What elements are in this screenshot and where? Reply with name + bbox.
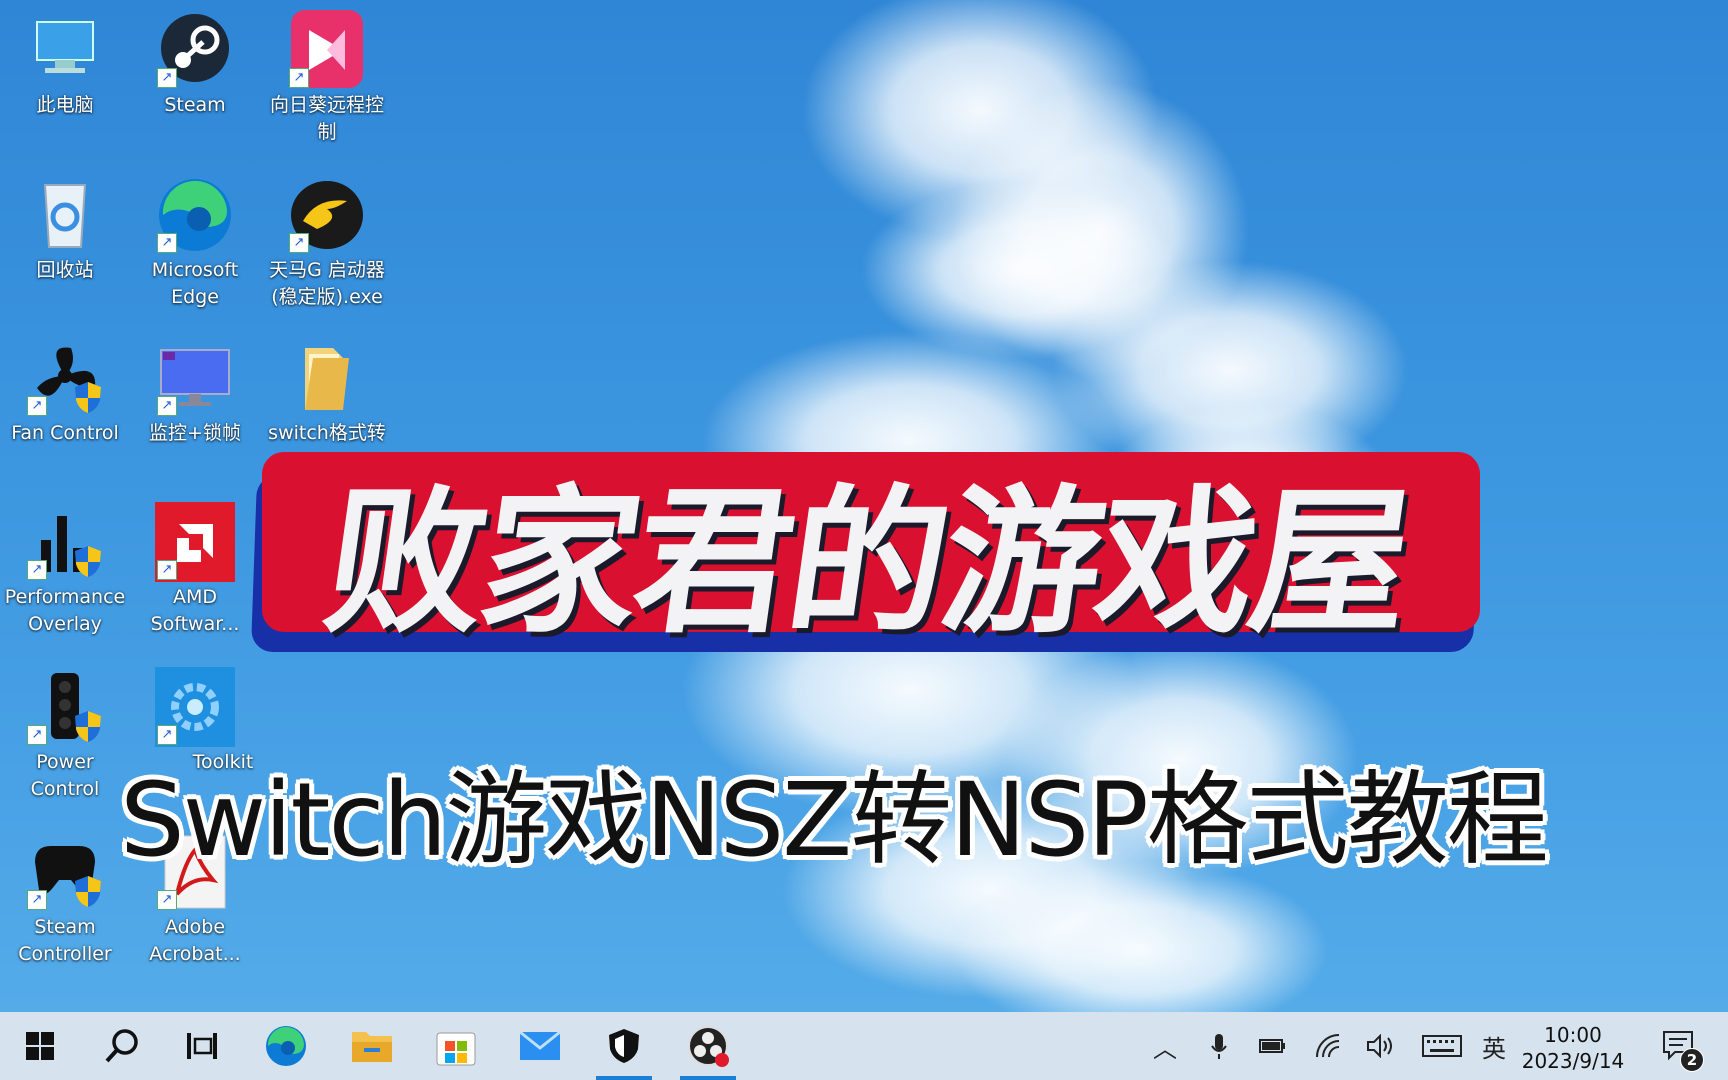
shortcut-arrow-icon: ↗ xyxy=(27,725,47,745)
taskbar-mail[interactable] xyxy=(508,1012,572,1080)
edge-icon xyxy=(266,1026,306,1066)
network-button[interactable] xyxy=(1312,1012,1346,1080)
shortcut-arrow-icon: ↗ xyxy=(157,396,177,416)
shield-icon xyxy=(609,1029,639,1063)
desktop-icon-monitor-lock[interactable]: ↗ 监控+锁帧 xyxy=(130,338,260,447)
folder-icon xyxy=(287,338,367,418)
amd-icon: ↗ xyxy=(155,502,235,582)
obs-record-icon xyxy=(688,1026,729,1067)
shortcut-arrow-icon: ↗ xyxy=(27,890,47,910)
desktop-icon-label: Steam Controller xyxy=(18,916,112,965)
taskbar: ︿ 英 10:00 2023/9/14 2 xyxy=(0,1012,1728,1080)
battery-icon xyxy=(1259,1039,1285,1053)
system-clock[interactable]: 10:00 2023/9/14 xyxy=(1518,1022,1628,1074)
search-button[interactable] xyxy=(90,1012,154,1080)
input-method-indicator[interactable]: 英 xyxy=(1476,1012,1512,1080)
taskbar-security[interactable] xyxy=(592,1012,656,1080)
chevron-up-icon: ︿ xyxy=(1153,1034,1177,1063)
start-button[interactable] xyxy=(8,1012,72,1080)
clock-date: 2023/9/14 xyxy=(1521,1049,1625,1073)
shortcut-arrow-icon: ↗ xyxy=(289,68,309,88)
desktop-icon-label: 回收站 xyxy=(36,259,94,281)
uac-shield-icon xyxy=(75,876,101,907)
task-view-icon xyxy=(187,1033,217,1059)
fan-icon: ↗ xyxy=(25,338,105,418)
uac-shield-icon xyxy=(75,382,101,413)
edge-icon: ↗ xyxy=(155,175,235,255)
performance-bars-icon: ↗ xyxy=(25,502,105,582)
desktop-icon-fan-control[interactable]: ↗ Fan Control xyxy=(0,338,130,447)
speaker-icon xyxy=(1367,1034,1392,1058)
taskbar-file-explorer[interactable] xyxy=(340,1012,404,1080)
desktop-icon-power-control[interactable]: ↗ Power Control xyxy=(0,667,130,803)
desktop-icon-label: AMD Softwar... xyxy=(150,586,240,635)
clock-time: 10:00 xyxy=(1544,1023,1602,1047)
tianma-launcher-icon: ↗ xyxy=(287,175,367,255)
notification-count-badge: 2 xyxy=(1680,1048,1704,1072)
toolkit-gear-icon: ↗ xyxy=(155,667,235,747)
touch-keyboard-button[interactable] xyxy=(1420,1012,1464,1080)
sunlogin-icon: ↗ xyxy=(287,10,367,90)
desktop-icon-label: 天马G 启动器 (稳定版).exe xyxy=(269,259,385,308)
banner-subtitle: Switch游戏NSZ转NSP格式教程 xyxy=(120,761,1549,880)
desktop-icon-sunlogin[interactable]: ↗ 向日葵远程控 制 xyxy=(262,10,392,146)
traffic-light-icon: ↗ xyxy=(25,667,105,747)
search-icon xyxy=(105,1029,138,1063)
uac-shield-icon xyxy=(75,711,101,742)
desktop-icon-edge[interactable]: ↗ Microsoft Edge xyxy=(130,175,260,311)
gamepad-icon: ↗ xyxy=(25,832,105,912)
desktop-icon-recycle-bin[interactable]: 回收站 xyxy=(0,175,130,284)
desktop-icon-this-pc[interactable]: 此电脑 xyxy=(0,10,130,119)
shortcut-arrow-icon: ↗ xyxy=(157,560,177,580)
wifi-icon xyxy=(1316,1034,1340,1058)
desktop-icon-label: Adobe Acrobat... xyxy=(149,916,241,965)
taskbar-obs[interactable] xyxy=(676,1012,740,1080)
shortcut-arrow-icon: ↗ xyxy=(289,233,309,253)
taskbar-store[interactable] xyxy=(424,1012,488,1080)
windows-logo-icon xyxy=(26,1032,54,1060)
computer-icon xyxy=(25,10,105,90)
banner-title: 败家君的游戏屋 xyxy=(315,471,1419,655)
action-center-button[interactable]: 2 xyxy=(1654,1012,1704,1080)
uac-shield-icon xyxy=(75,546,101,577)
battery-button[interactable] xyxy=(1256,1012,1290,1080)
desktop-icon-label: Power Control xyxy=(30,751,100,800)
shortcut-arrow-icon: ↗ xyxy=(157,68,177,88)
shortcut-arrow-icon: ↗ xyxy=(27,560,47,580)
desktop-icon-steam[interactable]: ↗ Steam xyxy=(130,10,260,119)
desktop-icon-label: 向日葵远程控 制 xyxy=(269,94,384,143)
taskbar-edge[interactable] xyxy=(254,1012,318,1080)
desktop-icon-label: 监控+锁帧 xyxy=(149,422,241,444)
folder-icon xyxy=(352,1032,392,1062)
keyboard-icon xyxy=(1422,1035,1462,1057)
title-banner: 败家君的游戏屋 xyxy=(250,452,1480,655)
monitor-icon: ↗ xyxy=(155,338,235,418)
desktop-icon-amd-software[interactable]: ↗ AMD Softwar... xyxy=(130,502,260,638)
mail-icon xyxy=(519,1030,561,1060)
shortcut-arrow-icon: ↗ xyxy=(157,890,177,910)
desktop-icon-label: Fan Control xyxy=(11,422,119,444)
desktop-icon-label: Performance Overlay xyxy=(4,586,126,635)
recycle-bin-icon xyxy=(25,175,105,255)
volume-button[interactable] xyxy=(1364,1012,1398,1080)
desktop-icon-tianma[interactable]: ↗ 天马G 启动器 (稳定版).exe xyxy=(262,175,392,311)
desktop-icon-label: Microsoft Edge xyxy=(151,259,239,308)
store-icon xyxy=(436,1032,476,1066)
desktop-icon-steam-controller[interactable]: ↗ Steam Controller xyxy=(0,832,130,968)
desktop-icon-performance-overlay[interactable]: ↗ Performance Overlay xyxy=(0,502,130,638)
microphone-icon xyxy=(1211,1034,1227,1059)
desktop-icon-switch-folder[interactable]: switch格式转 xyxy=(262,338,392,447)
desktop-icon-label: Steam xyxy=(164,94,226,116)
microphone-button[interactable] xyxy=(1204,1012,1234,1080)
task-view-button[interactable] xyxy=(170,1012,234,1080)
shortcut-arrow-icon: ↗ xyxy=(157,233,177,253)
desktop-icon-label: 此电脑 xyxy=(36,94,94,116)
shortcut-arrow-icon: ↗ xyxy=(27,396,47,416)
show-hidden-icons-button[interactable]: ︿ xyxy=(1150,1012,1180,1080)
steam-icon: ↗ xyxy=(155,10,235,90)
